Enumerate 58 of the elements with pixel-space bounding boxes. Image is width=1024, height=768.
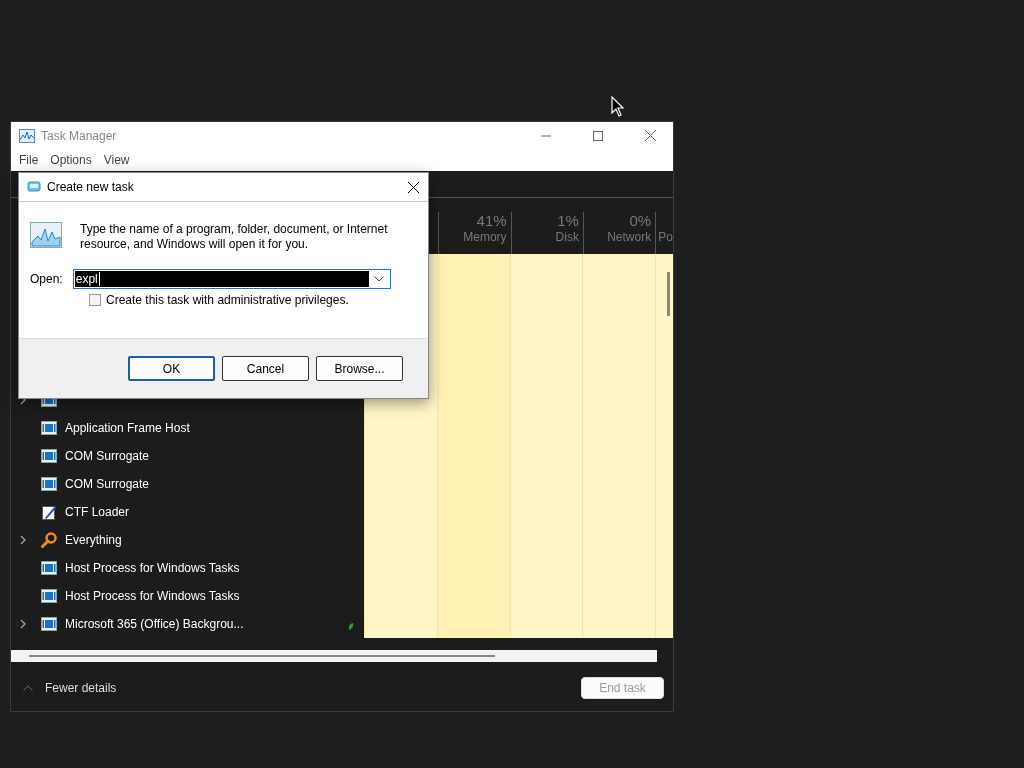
application-window-icon: [41, 617, 57, 631]
menu-item[interactable]: View: [97, 153, 136, 167]
process-name: Host Process for Windows Tasks: [65, 561, 240, 575]
performance-graph-icon: [19, 128, 35, 143]
open-label: Open:: [30, 272, 63, 286]
application-window-icon: [41, 589, 57, 603]
performance-graph-icon: [30, 222, 62, 248]
open-combo-box[interactable]: expl: [72, 269, 391, 289]
process-name: CTF Loader: [65, 505, 130, 519]
process-row[interactable]: COM Surrogate: [11, 442, 365, 470]
minimize-icon: [541, 134, 551, 137]
menu-item[interactable]: Options: [44, 153, 98, 167]
application-window-icon: [41, 561, 57, 575]
process-name: Everything: [65, 533, 122, 547]
magnifier-icon: [41, 532, 57, 548]
horizontal-scrollbar[interactable]: [11, 650, 657, 662]
process-name: COM Surrogate: [65, 449, 150, 463]
application-window-icon: [41, 477, 57, 491]
column-header[interactable]: Po: [658, 230, 673, 244]
column-usage-percent: 1%: [557, 212, 579, 230]
process-name: COM Surrogate: [65, 477, 150, 491]
admin-privileges-checkbox[interactable]: [89, 294, 101, 306]
scrollbar-thumb-icon[interactable]: [667, 272, 671, 316]
chevron-up-icon: [23, 685, 33, 691]
cancel-button[interactable]: Cancel: [222, 356, 309, 381]
process-row[interactable]: Host Process for Windows Tasks: [11, 582, 365, 610]
scrollbar-thumb[interactable]: [29, 655, 495, 657]
close-icon: [644, 130, 656, 141]
browse-button[interactable]: Browse...: [316, 356, 403, 381]
process-row[interactable]: CTF Loader: [11, 498, 365, 526]
mouse-pointer-icon: [611, 96, 625, 118]
process-name: Application Frame Host: [65, 421, 190, 435]
fewer-details-toggle[interactable]: Fewer details: [45, 681, 117, 695]
column-header[interactable]: Memory: [463, 230, 507, 244]
menu-item[interactable]: File: [13, 153, 45, 167]
run-window-icon: [27, 181, 41, 193]
ok-button[interactable]: OK: [128, 356, 215, 381]
application-window-icon: [41, 421, 57, 435]
application-window-icon: [41, 449, 57, 463]
dialog-title: Create new task: [47, 180, 135, 194]
process-row[interactable]: Microsoft 365 (Office) Backgrou...: [11, 610, 365, 638]
column-usage-percent: 41%: [476, 212, 507, 230]
process-row[interactable]: COM Surrogate: [11, 470, 365, 498]
close-icon: [407, 181, 419, 193]
process-row[interactable]: Everything: [11, 526, 365, 554]
process-name: Host Process for Windows Tasks: [65, 589, 240, 603]
checkbox-label[interactable]: Create this task with administrative privileges.: [106, 293, 349, 307]
column-header[interactable]: Network: [607, 230, 652, 244]
process-name: Microsoft 365 (Office) Backgrou...: [65, 617, 244, 631]
column-header[interactable]: Disk: [555, 230, 579, 244]
process-row[interactable]: Host Process for Windows Tasks: [11, 554, 365, 582]
pen-on-paper-icon: [41, 504, 57, 520]
maximize-icon: [593, 130, 603, 141]
instruction-text: Type the name of a program, folder, document, or Internet resource, and Windows will open it for you.: [80, 222, 389, 252]
dropdown-chevron-icon[interactable]: [373, 276, 384, 282]
column-usage-percent: 0%: [629, 212, 652, 230]
process-row[interactable]: Application Frame Host: [11, 414, 365, 442]
window-title: Task Manager: [41, 128, 118, 143]
